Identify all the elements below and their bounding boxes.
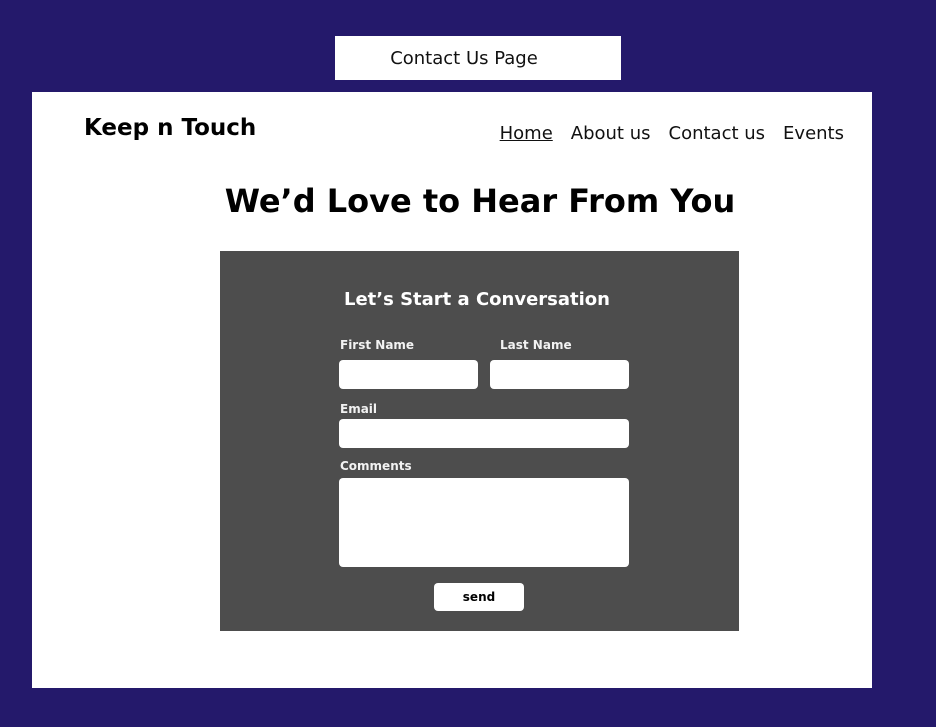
nav-item-events[interactable]: Events: [783, 123, 844, 144]
last-name-field[interactable]: [490, 360, 629, 389]
last-name-label: Last Name: [500, 338, 572, 352]
email-field[interactable]: [339, 419, 629, 448]
email-label: Email: [340, 402, 378, 416]
nav-item-home[interactable]: Home: [500, 123, 553, 144]
contact-form: Let’s Start a Conversation First Name La…: [220, 251, 739, 631]
first-name-label: First Name: [340, 338, 415, 352]
main-nav: Home About us Contact us Events: [500, 123, 844, 144]
nav-item-contact-us[interactable]: Contact us: [669, 123, 766, 144]
brand-logo[interactable]: Keep n Touch: [84, 115, 256, 141]
page-label: Contact Us Page: [335, 36, 621, 80]
form-title: Let’s Start a Conversation: [343, 289, 610, 310]
nav-item-about-us[interactable]: About us: [571, 123, 651, 144]
send-button[interactable]: send: [434, 583, 524, 611]
comments-field[interactable]: [339, 478, 629, 567]
page-frame: Keep n Touch Home About us Contact us Ev…: [32, 92, 872, 688]
page-headline: We’d Love to Hear From You: [224, 182, 736, 220]
comments-label: Comments: [340, 459, 412, 473]
first-name-field[interactable]: [339, 360, 478, 389]
